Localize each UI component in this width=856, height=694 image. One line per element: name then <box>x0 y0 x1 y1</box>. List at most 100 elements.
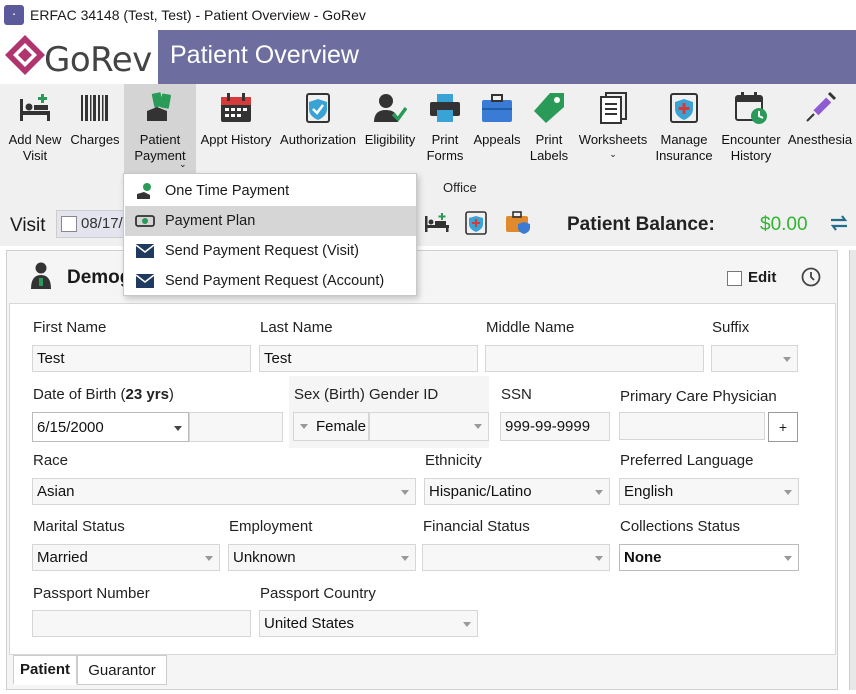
dob-label-suffix: ) <box>168 386 174 403</box>
shield-check-icon <box>301 84 335 132</box>
menu-item-label: Payment Plan <box>165 213 256 229</box>
menu-item-send-request-visit[interactable]: Send Payment Request (Visit) <box>125 236 416 266</box>
add-new-visit-label: Add New Visit <box>8 132 62 163</box>
patient-balance-label: Patient Balance: <box>567 214 715 235</box>
caret-down-icon <box>783 357 791 362</box>
marital-select[interactable]: Married <box>32 544 220 571</box>
financial-select[interactable] <box>422 544 610 571</box>
first-name-field[interactable]: Test <box>32 345 251 372</box>
dob-value: 6/15/2000 <box>37 419 104 436</box>
tab-guarantor[interactable]: Guarantor <box>77 655 167 685</box>
encounter-history-button[interactable]: Encounter History <box>718 84 784 176</box>
middle-name-field[interactable] <box>485 345 704 372</box>
ethnicity-select[interactable]: Hispanic/Latino <box>424 478 610 505</box>
person-check-icon <box>373 84 407 132</box>
ssn-field[interactable]: 999-99-9999 <box>500 412 610 441</box>
first-name-label: First Name <box>33 319 107 336</box>
encounter-history-label: Encounter History <box>721 132 781 163</box>
anesthesia-button[interactable]: Anesthesia <box>786 84 854 176</box>
gender-id-select[interactable] <box>369 412 489 441</box>
person-icon <box>29 261 53 296</box>
insurance-shield-icon <box>667 84 701 132</box>
passport-number-field[interactable] <box>32 610 251 637</box>
race-select[interactable]: Asian <box>32 478 416 505</box>
hand-money-icon <box>143 84 177 132</box>
add-pcp-button[interactable]: + <box>768 412 798 442</box>
visit-checkbox[interactable] <box>61 216 77 232</box>
chevron-down-icon: ⌄ <box>179 159 187 169</box>
caret-down-icon <box>784 490 792 495</box>
patient-payment-button[interactable]: Patient Payment ⌄ <box>124 84 196 176</box>
demographics-panel: Demog Edit First Name Test Last Name Tes… <box>6 250 838 690</box>
money-cycle-icon <box>125 212 165 230</box>
bed-plus-icon[interactable] <box>424 212 450 239</box>
appeals-button[interactable]: Appeals <box>472 84 522 176</box>
collections-select[interactable]: None <box>619 544 799 571</box>
tab-patient[interactable]: Patient <box>13 655 77 685</box>
briefcase-shield-icon[interactable] <box>504 210 532 241</box>
envelope-icon <box>125 243 165 259</box>
vertical-scrollbar[interactable] <box>849 250 856 690</box>
edit-checkbox[interactable] <box>727 271 742 286</box>
print-forms-label: Print Forms <box>426 132 464 163</box>
worksheets-button[interactable]: Worksheets ⌄ <box>576 84 650 176</box>
briefcase-icon <box>480 84 514 132</box>
menu-item-one-time-payment[interactable]: One Time Payment <box>125 176 416 206</box>
demographics-form: First Name Test Last Name Test Middle Na… <box>9 303 836 655</box>
sex-select[interactable]: Female <box>293 412 369 441</box>
passport-country-select[interactable]: United States <box>259 610 478 637</box>
caret-down-icon <box>474 424 482 429</box>
last-name-label: Last Name <box>260 319 333 336</box>
window-title: ERFAC 34148 (Test, Test) - Patient Overv… <box>30 7 366 23</box>
visit-label: Visit <box>10 215 46 236</box>
ethnicity-label: Ethnicity <box>425 452 482 469</box>
menu-item-label: One Time Payment <box>165 183 290 199</box>
race-label: Race <box>33 452 69 469</box>
anesthesia-label: Anesthesia <box>787 132 853 147</box>
calendar-icon <box>219 84 253 132</box>
last-name-field[interactable]: Test <box>259 345 478 372</box>
office-group-label: Office <box>443 180 477 195</box>
hand-coin-icon <box>125 182 165 200</box>
history-clock-icon[interactable] <box>800 266 822 293</box>
print-labels-button[interactable]: Print Labels <box>524 84 574 176</box>
collections-label: Collections Status <box>620 518 741 535</box>
eligibility-button[interactable]: Eligibility <box>362 84 418 176</box>
ssn-label: SSN <box>501 386 532 403</box>
menu-item-send-request-account[interactable]: Send Payment Request (Account) <box>125 266 416 296</box>
sex-value: Female <box>316 418 367 435</box>
patient-balance-value: $0.00 <box>760 214 808 235</box>
language-select[interactable]: English <box>619 478 799 505</box>
eligibility-label: Eligibility <box>364 132 416 147</box>
menu-item-label: Send Payment Request (Visit) <box>165 243 359 259</box>
add-new-visit-button[interactable]: Add New Visit <box>6 84 64 176</box>
financial-label: Financial Status <box>423 518 530 535</box>
race-value: Asian <box>37 483 75 500</box>
menu-item-payment-plan[interactable]: Payment Plan <box>125 206 416 236</box>
caret-down-icon <box>300 424 308 429</box>
print-forms-button[interactable]: Print Forms <box>420 84 470 176</box>
charges-label: Charges <box>70 132 120 147</box>
envelope-icon <box>125 273 165 289</box>
collections-value: None <box>624 549 662 566</box>
insurance-shield-icon[interactable] <box>464 210 488 241</box>
suffix-select[interactable] <box>711 345 798 372</box>
appt-history-button[interactable]: Appt History <box>198 84 274 176</box>
caret-down-icon <box>205 556 213 561</box>
printer-icon <box>428 84 462 132</box>
refresh-arrows-icon[interactable] <box>828 212 850 239</box>
visit-selector[interactable]: 08/17/ <box>56 210 126 238</box>
authorization-button[interactable]: Authorization <box>278 84 358 176</box>
dob-extra-field[interactable] <box>189 412 283 442</box>
manage-insurance-button[interactable]: Manage Insurance <box>652 84 716 176</box>
logo: GoRev <box>0 30 158 84</box>
caret-down-icon <box>595 490 603 495</box>
dob-age: 23 yrs <box>125 386 169 403</box>
employment-select[interactable]: Unknown <box>228 544 416 571</box>
calendar-clock-icon <box>734 84 768 132</box>
tag-icon <box>532 84 566 132</box>
dob-picker[interactable]: 6/15/2000 <box>32 412 189 442</box>
pcp-field[interactable] <box>619 412 765 440</box>
charges-button[interactable]: Charges <box>68 84 122 176</box>
passport-country-label: Passport Country <box>260 585 376 602</box>
